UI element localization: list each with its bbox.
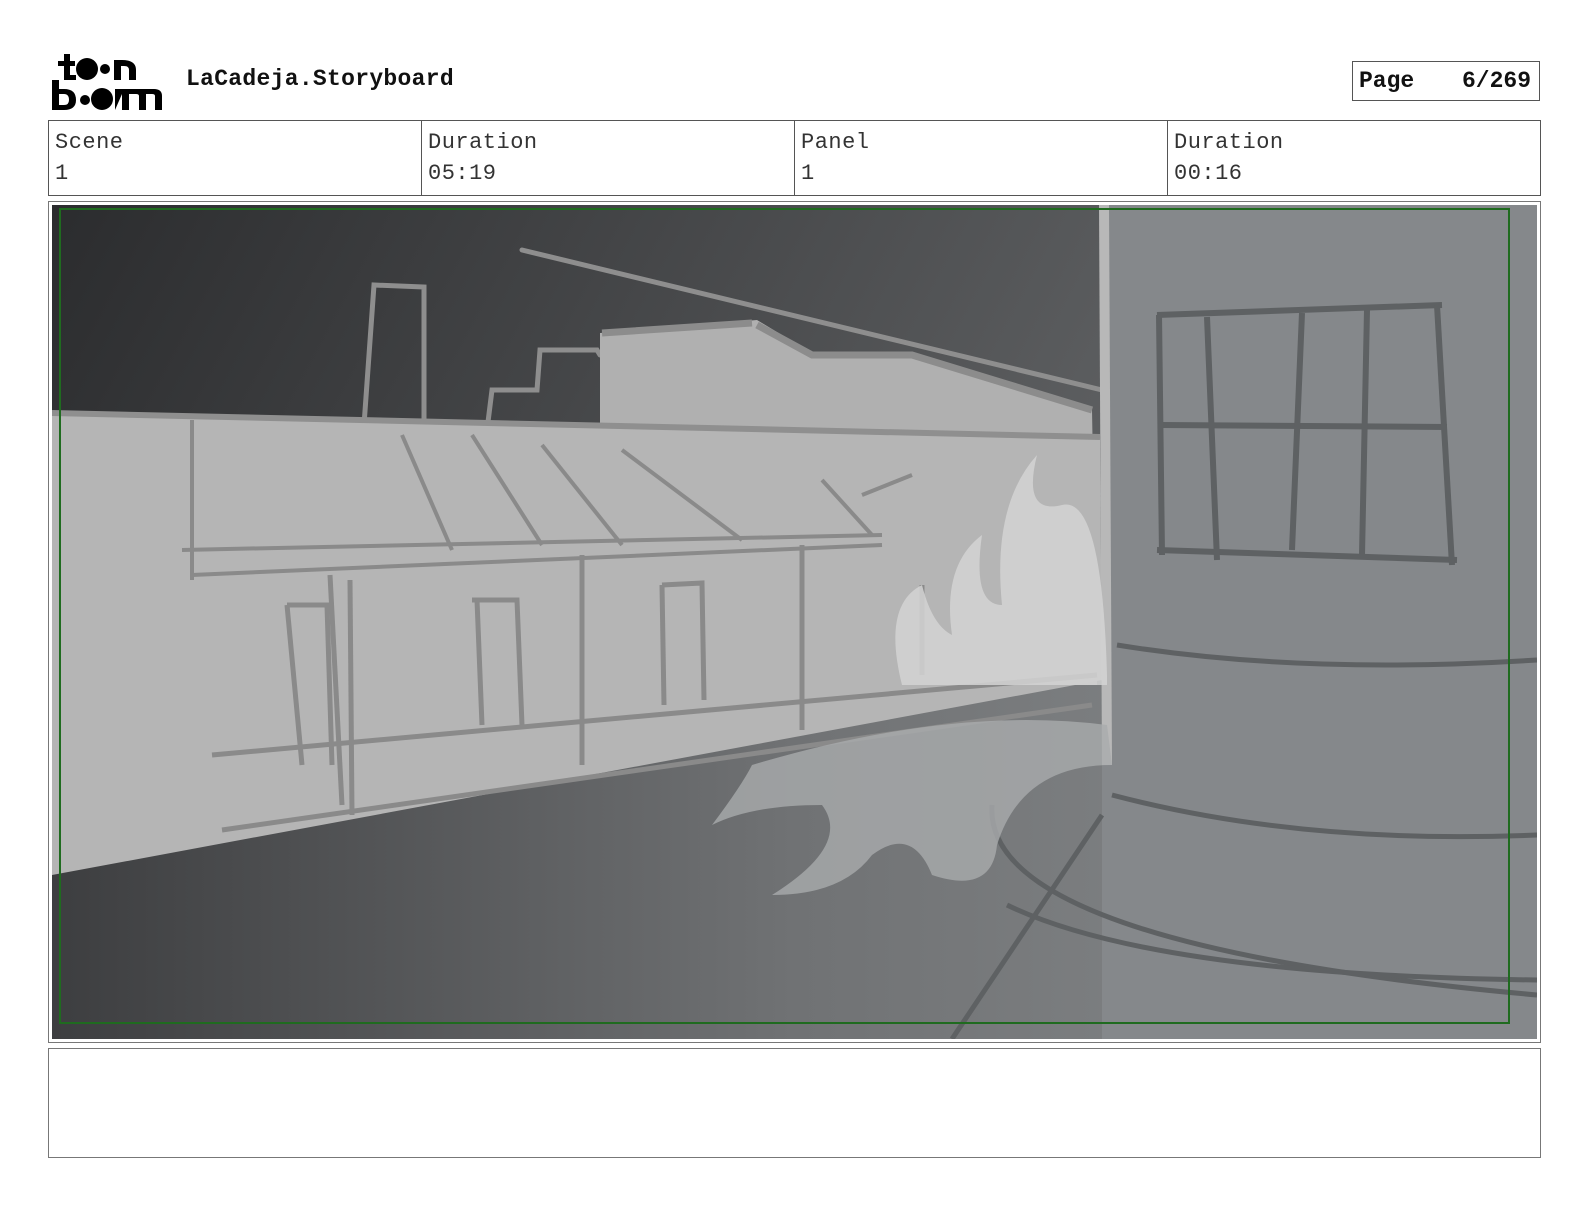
panel-value: 1 [801,161,815,186]
scene-label: Scene [55,130,124,155]
panel-duration-label: Duration [1174,130,1284,155]
panel-notes-box [48,1048,1541,1158]
page-label: Page [1359,68,1415,94]
scene-duration-cell: Duration 05:19 [422,121,795,195]
scene-info-table: Scene 1 Duration 05:19 Panel 1 Duration … [48,120,1541,196]
scene-cell: Scene 1 [49,121,422,195]
page-indicator: Page 6/269 [1352,61,1540,101]
right-wall [1102,205,1537,1039]
panel-cell: Panel 1 [795,121,1168,195]
panel-label: Panel [801,130,870,155]
panel-duration-value: 00:16 [1174,161,1243,186]
panel-duration-cell: Duration 00:16 [1168,121,1540,195]
toon-boom-logo [52,54,162,110]
scene-value: 1 [55,161,69,186]
scene-duration-value: 05:19 [428,161,497,186]
project-title: LaCadeja.Storyboard [186,66,454,92]
storyboard-panel-frame [48,201,1541,1043]
page-number: 6/269 [1461,68,1531,94]
storyboard-sketch-image [52,205,1537,1039]
scene-duration-label: Duration [428,130,538,155]
